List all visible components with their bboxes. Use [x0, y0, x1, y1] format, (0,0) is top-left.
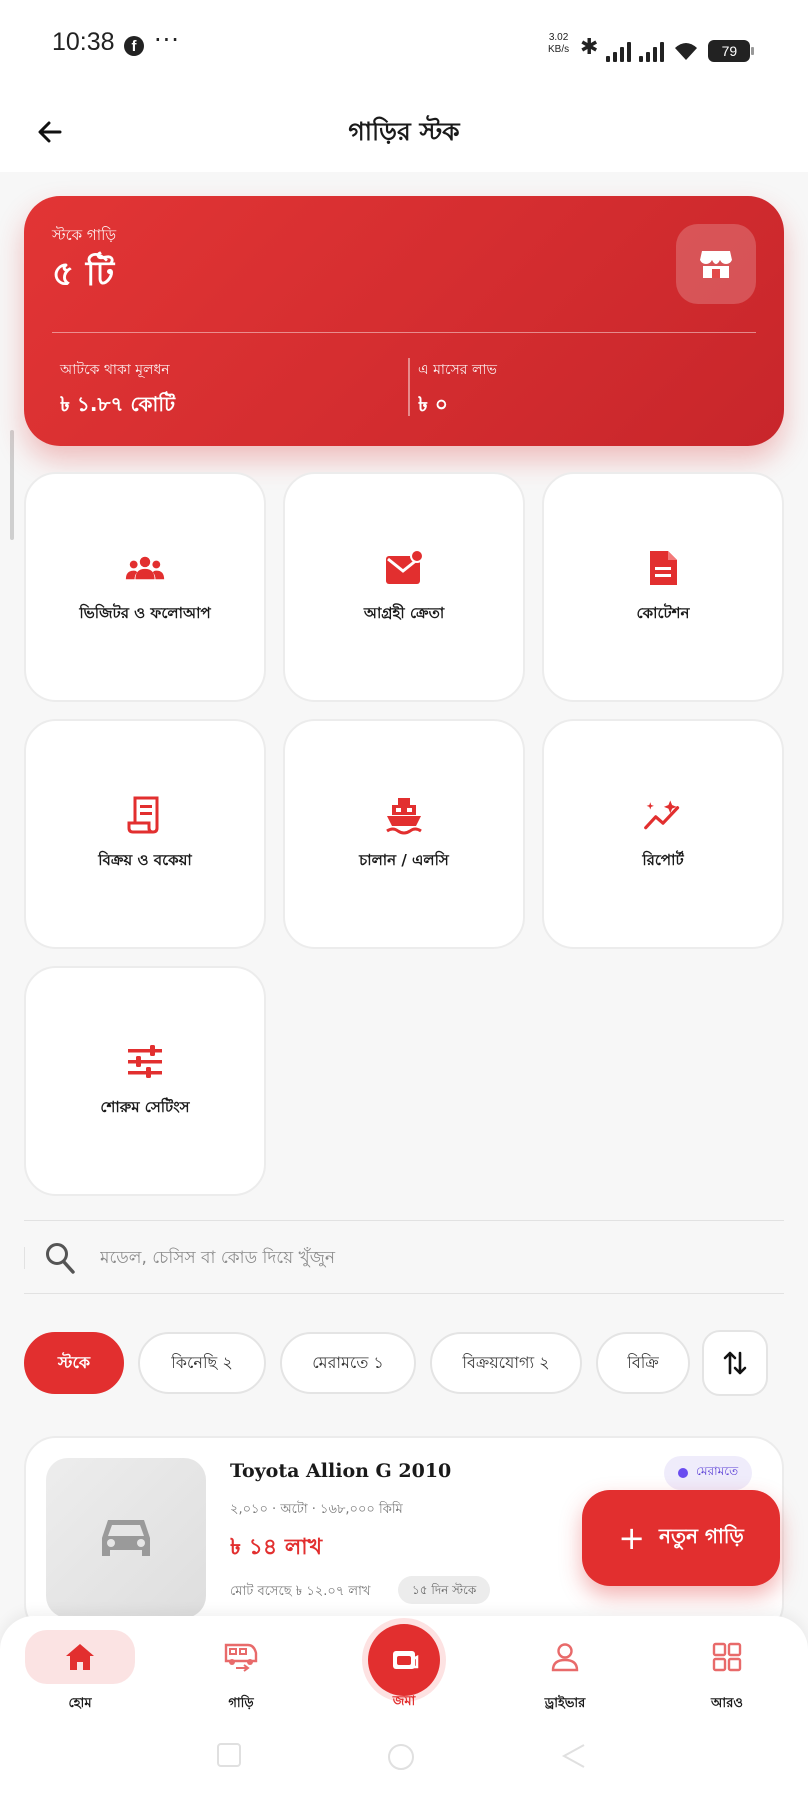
- home-icon: [66, 1644, 94, 1670]
- nav-label-deposit: জমা: [392, 1694, 416, 1709]
- showroom-button[interactable]: [676, 224, 756, 304]
- car-swap-icon: [224, 1643, 258, 1672]
- status-badge: মেরামতে: [664, 1456, 753, 1490]
- home-button[interactable]: [386, 1742, 416, 1772]
- car-price: ৳ ১৪ লাখ: [230, 1535, 323, 1560]
- car-name: Toyota Allion G 2010: [230, 1460, 452, 1482]
- sort-button[interactable]: [702, 1330, 768, 1396]
- tile-quotation[interactable]: কোটেশন: [542, 472, 784, 702]
- group-icon: [125, 548, 165, 588]
- document-icon: [643, 548, 683, 588]
- tile-label: কোটেশন: [636, 603, 690, 622]
- receipt-icon: [125, 795, 165, 835]
- tile-sales-dues[interactable]: বিক্রয় ও বকেয়া: [24, 719, 266, 949]
- nav-pill: [672, 1630, 782, 1684]
- profit-metric: এ মাসের লাভ ৳ ০: [408, 358, 497, 416]
- network-speed: 3.02 KB/s: [548, 32, 569, 56]
- status-icons: ✱ 79: [580, 30, 755, 62]
- tile-interested-buyers[interactable]: আগ্রহী ক্রেতা: [283, 472, 525, 702]
- tile-shipment-lc[interactable]: চালান / এলসি: [283, 719, 525, 949]
- capital-label: আটকে থাকা মূলধন: [60, 362, 170, 378]
- capital-value: ৳ ১.৮৭ কোটি: [60, 392, 175, 416]
- tile-visitors-followup[interactable]: ভিজিটর ও ফলোআপ: [24, 472, 266, 702]
- tile-report[interactable]: রিপোর্ট: [542, 719, 784, 949]
- system-navigation: [0, 1720, 808, 1800]
- mail-notification-icon: [384, 548, 424, 588]
- filter-chip-purchased[interactable]: কিনেছি ২: [138, 1332, 266, 1394]
- tile-label: বিক্রয় ও বকেয়া: [98, 850, 192, 869]
- nav-item-driver[interactable]: ড্রাইভার: [510, 1630, 620, 1716]
- tile-label: চালান / এলসি: [359, 850, 449, 869]
- plus-icon: +: [618, 1519, 646, 1557]
- car-thumbnail: [46, 1458, 206, 1618]
- filter-chip-in-stock[interactable]: স্টকে: [24, 1332, 124, 1394]
- stock-count-value: ৫ টি: [52, 254, 115, 294]
- wifi-icon: [675, 43, 698, 60]
- nav-item-cars[interactable]: গাড়ি: [186, 1630, 296, 1716]
- back-nav-button[interactable]: [560, 1742, 588, 1770]
- page-title: গাড়ির স্টক: [348, 117, 460, 146]
- profit-value: ৳ ০: [418, 392, 448, 416]
- nav-item-deposit[interactable]: [368, 1624, 440, 1696]
- filter-chip-sold[interactable]: বিক্রি: [596, 1332, 690, 1394]
- car-meta: ২,০১০ · অটো · ১৬৮,০০০ কিমি: [230, 1502, 403, 1517]
- filter-chip-repairing[interactable]: মেরামতে ১: [280, 1332, 416, 1394]
- nav-label: হোম: [68, 1696, 92, 1711]
- status-text: মেরামতে: [696, 1464, 739, 1478]
- status-time: 10:38: [52, 28, 115, 56]
- days-in-stock-badge: ১৫ দিন স্টকে: [398, 1576, 491, 1604]
- card-divider: [52, 332, 756, 333]
- filter-chip-saleable[interactable]: বিক্রয়যোগ্য ২: [430, 1332, 582, 1394]
- battery-icon: 79: [708, 40, 755, 62]
- status-dot: [678, 1468, 688, 1478]
- more-notifications-icon: ···: [154, 26, 180, 54]
- facebook-icon: f: [124, 36, 144, 56]
- tile-label: রিপোর্ট: [642, 850, 684, 869]
- search-input[interactable]: [100, 1239, 740, 1277]
- signal-icon: [606, 40, 632, 62]
- status-bar: 10:38 f ··· 3.02 KB/s ✱ 79: [0, 0, 808, 92]
- nav-label: গাড়ি: [228, 1696, 254, 1711]
- nav-pill: [510, 1630, 620, 1684]
- profit-label: এ মাসের লাভ: [418, 362, 497, 378]
- grid-icon: [712, 1642, 742, 1672]
- tile-label: ভিজিটর ও ফলোআপ: [79, 603, 211, 622]
- network-speed-value: 3.02: [548, 32, 569, 43]
- camera-icon: [393, 1651, 419, 1669]
- stock-summary-card: স্টকে গাড়ি ৫ টি আটকে থাকা মূলধন ৳ ১.৮৭ …: [24, 196, 784, 446]
- nav-pill: [25, 1630, 135, 1684]
- search-icon: [46, 1243, 75, 1274]
- trend-sparkle-icon: [643, 795, 683, 835]
- car-cost: মোট বসেছে ৳ ১২.০৭ লাখ: [230, 1584, 371, 1599]
- nav-label: আরও: [711, 1696, 743, 1711]
- app-bar: গাড়ির স্টক: [0, 92, 808, 172]
- nav-item-home[interactable]: হোম: [25, 1630, 135, 1716]
- search-box: [24, 1220, 784, 1294]
- sliders-icon: [125, 1042, 165, 1082]
- nav-item-more[interactable]: আরও: [672, 1630, 782, 1716]
- scroll-indicator: [10, 430, 14, 540]
- storefront-icon: [700, 251, 732, 278]
- tile-showroom-settings[interactable]: শোরুম সেটিংস: [24, 966, 266, 1196]
- nav-pill: [186, 1630, 296, 1684]
- recents-button[interactable]: [216, 1742, 242, 1768]
- person-icon: [551, 1643, 579, 1672]
- network-speed-unit: KB/s: [548, 44, 570, 55]
- ship-icon: [384, 795, 424, 835]
- car-icon: [102, 1520, 150, 1556]
- tile-label: শোরুম সেটিংস: [100, 1097, 190, 1116]
- tile-label: আগ্রহী ক্রেতা: [363, 603, 445, 622]
- bluetooth-icon: ✱: [580, 35, 599, 60]
- sort-icon: [723, 1351, 747, 1375]
- signal-icon-2: [639, 40, 665, 62]
- add-car-button[interactable]: + নতুন গাড়ি: [582, 1490, 780, 1586]
- capital-metric: আটকে থাকা মূলধন ৳ ১.৮৭ কোটি: [60, 358, 175, 423]
- add-car-label: নতুন গাড়ি: [659, 1523, 744, 1548]
- nav-label: ড্রাইভার: [544, 1696, 586, 1711]
- stock-count-label: স্টকে গাড়ি: [52, 226, 117, 244]
